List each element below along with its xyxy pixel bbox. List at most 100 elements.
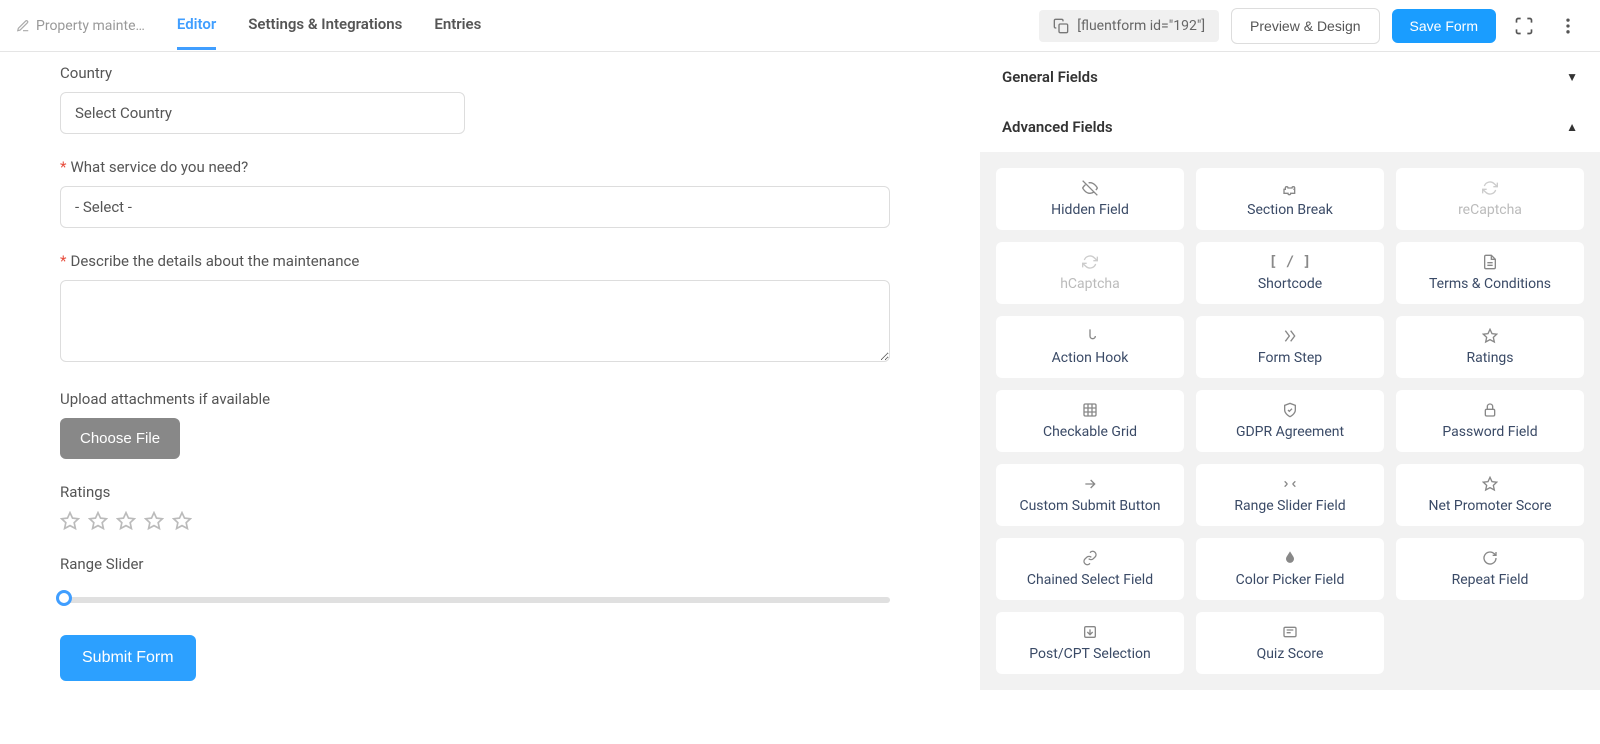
field-card-label: Custom Submit Button [1019, 498, 1160, 514]
ratings-stars[interactable] [60, 511, 920, 531]
field-card-shortcode[interactable]: [ / ] Shortcode [1196, 242, 1384, 304]
eye-off-icon [1082, 180, 1098, 196]
field-card-label: Color Picker Field [1236, 572, 1345, 588]
describe-textarea[interactable] [60, 280, 890, 362]
field-card-repeat-field[interactable]: Repeat Field [1396, 538, 1584, 600]
quiz-icon [1282, 624, 1298, 640]
refresh-icon [1082, 254, 1098, 270]
field-card-label: Password Field [1442, 424, 1537, 440]
star-icon[interactable] [60, 511, 80, 531]
field-card-label: hCaptcha [1060, 276, 1120, 292]
ratings-label: Ratings [60, 483, 920, 501]
field-card-ratings[interactable]: Ratings [1396, 316, 1584, 378]
range-thumb[interactable] [56, 590, 72, 606]
field-card-chained-select-field[interactable]: Chained Select Field [996, 538, 1184, 600]
field-card-action-hook[interactable]: Action Hook [996, 316, 1184, 378]
choose-file-button[interactable]: Choose File [60, 418, 180, 459]
form-title[interactable]: Property mainte… [16, 18, 145, 34]
puzzle-icon [1282, 180, 1298, 196]
tabs: Editor Settings & Integrations Entries [177, 1, 481, 50]
field-card-section-break[interactable]: Section Break [1196, 168, 1384, 230]
field-card-range-slider-field[interactable]: Range Slider Field [1196, 464, 1384, 526]
field-card-label: Range Slider Field [1234, 498, 1345, 514]
field-service[interactable]: *What service do you need? - Select - [60, 158, 920, 228]
service-label: *What service do you need? [60, 158, 920, 176]
repeat-icon [1482, 550, 1498, 566]
country-label: Country [60, 64, 920, 82]
field-ratings[interactable]: Ratings [60, 483, 920, 531]
field-card-label: GDPR Agreement [1236, 424, 1344, 440]
submit-form-button[interactable]: Submit Form [60, 635, 196, 681]
field-card-label: Checkable Grid [1043, 424, 1137, 440]
star-icon[interactable] [88, 511, 108, 531]
form-canvas: Country Select Country *What service do … [0, 52, 980, 744]
field-card-hidden-field[interactable]: Hidden Field [996, 168, 1184, 230]
field-card-label: Net Promoter Score [1428, 498, 1551, 514]
tab-settings[interactable]: Settings & Integrations [248, 1, 402, 50]
chevron-up-icon: ▲ [1566, 120, 1578, 134]
slider-icon [1282, 476, 1298, 492]
fields-sidebar: General Fields ▼ Advanced Fields ▲ Hidde… [980, 52, 1600, 744]
preview-design-button[interactable]: Preview & Design [1231, 8, 1380, 44]
star-icon[interactable] [116, 511, 136, 531]
step-icon [1282, 328, 1298, 344]
tab-editor[interactable]: Editor [177, 1, 216, 50]
service-select[interactable]: - Select - [60, 186, 890, 228]
top-toolbar: Property mainte… Editor Settings & Integ… [0, 0, 1600, 52]
field-card-label: Action Hook [1052, 350, 1129, 366]
shield-icon [1282, 402, 1298, 418]
field-country[interactable]: Country Select Country [60, 64, 920, 134]
advanced-fields-title: Advanced Fields [1002, 118, 1113, 136]
advanced-fields-grid: Hidden Field Section Break reCaptcha hCaptc… [980, 152, 1600, 690]
tab-entries[interactable]: Entries [434, 1, 481, 50]
field-card-quiz-score[interactable]: Quiz Score [1196, 612, 1384, 674]
field-describe[interactable]: *Describe the details about the maintena… [60, 252, 920, 366]
country-select[interactable]: Select Country [60, 92, 465, 134]
field-card-label: Repeat Field [1452, 572, 1529, 588]
grid-icon [1082, 402, 1098, 418]
star-icon[interactable] [172, 511, 192, 531]
shortcode-copy[interactable]: [fluentform id="192"] [1039, 10, 1219, 42]
save-form-button[interactable]: Save Form [1392, 9, 1496, 43]
star-icon[interactable] [144, 511, 164, 531]
field-card-label: Hidden Field [1051, 202, 1129, 218]
general-fields-title: General Fields [1002, 68, 1098, 86]
field-card-gdpr-agreement[interactable]: GDPR Agreement [1196, 390, 1384, 452]
field-card-custom-submit-button[interactable]: Custom Submit Button [996, 464, 1184, 526]
field-card-recaptcha: reCaptcha [1396, 168, 1584, 230]
hook-icon [1082, 328, 1098, 344]
general-fields-header[interactable]: General Fields ▼ [980, 52, 1600, 102]
field-card-password-field[interactable]: Password Field [1396, 390, 1584, 452]
refresh-icon [1482, 180, 1498, 196]
field-range[interactable]: Range Slider [60, 555, 920, 603]
star-icon [1482, 476, 1498, 492]
field-card-color-picker-field[interactable]: Color Picker Field [1196, 538, 1384, 600]
field-card-label: Section Break [1247, 202, 1333, 218]
field-card-terms-conditions[interactable]: Terms & Conditions [1396, 242, 1584, 304]
field-card-label: Terms & Conditions [1429, 276, 1551, 292]
field-card-label: Post/CPT Selection [1029, 646, 1150, 662]
drop-icon [1282, 550, 1298, 566]
field-card-label: reCaptcha [1458, 202, 1522, 218]
field-card-label: Chained Select Field [1027, 572, 1153, 588]
lock-icon [1482, 402, 1498, 418]
field-card-label: Form Step [1258, 350, 1322, 366]
chevron-down-icon: ▼ [1566, 70, 1578, 84]
post-icon [1082, 624, 1098, 640]
field-card-net-promoter-score[interactable]: Net Promoter Score [1396, 464, 1584, 526]
field-card-checkable-grid[interactable]: Checkable Grid [996, 390, 1184, 452]
field-upload[interactable]: Upload attachments if available Choose F… [60, 390, 920, 459]
field-card-post-cpt-selection[interactable]: Post/CPT Selection [996, 612, 1184, 674]
topbar-right: [fluentform id="192"] Preview & Design S… [1039, 8, 1584, 44]
field-card-form-step[interactable]: Form Step [1196, 316, 1384, 378]
field-card-hcaptcha: hCaptcha [996, 242, 1184, 304]
advanced-fields-header[interactable]: Advanced Fields ▲ [980, 102, 1600, 152]
fullscreen-icon[interactable] [1508, 10, 1540, 42]
describe-label: *Describe the details about the maintena… [60, 252, 920, 270]
form-title-text: Property mainte… [36, 18, 145, 34]
bracket-icon: [ / ] [1269, 254, 1311, 270]
more-menu-icon[interactable] [1552, 10, 1584, 42]
range-slider[interactable] [60, 597, 890, 603]
range-label: Range Slider [60, 555, 920, 573]
field-card-label: Shortcode [1258, 276, 1322, 292]
